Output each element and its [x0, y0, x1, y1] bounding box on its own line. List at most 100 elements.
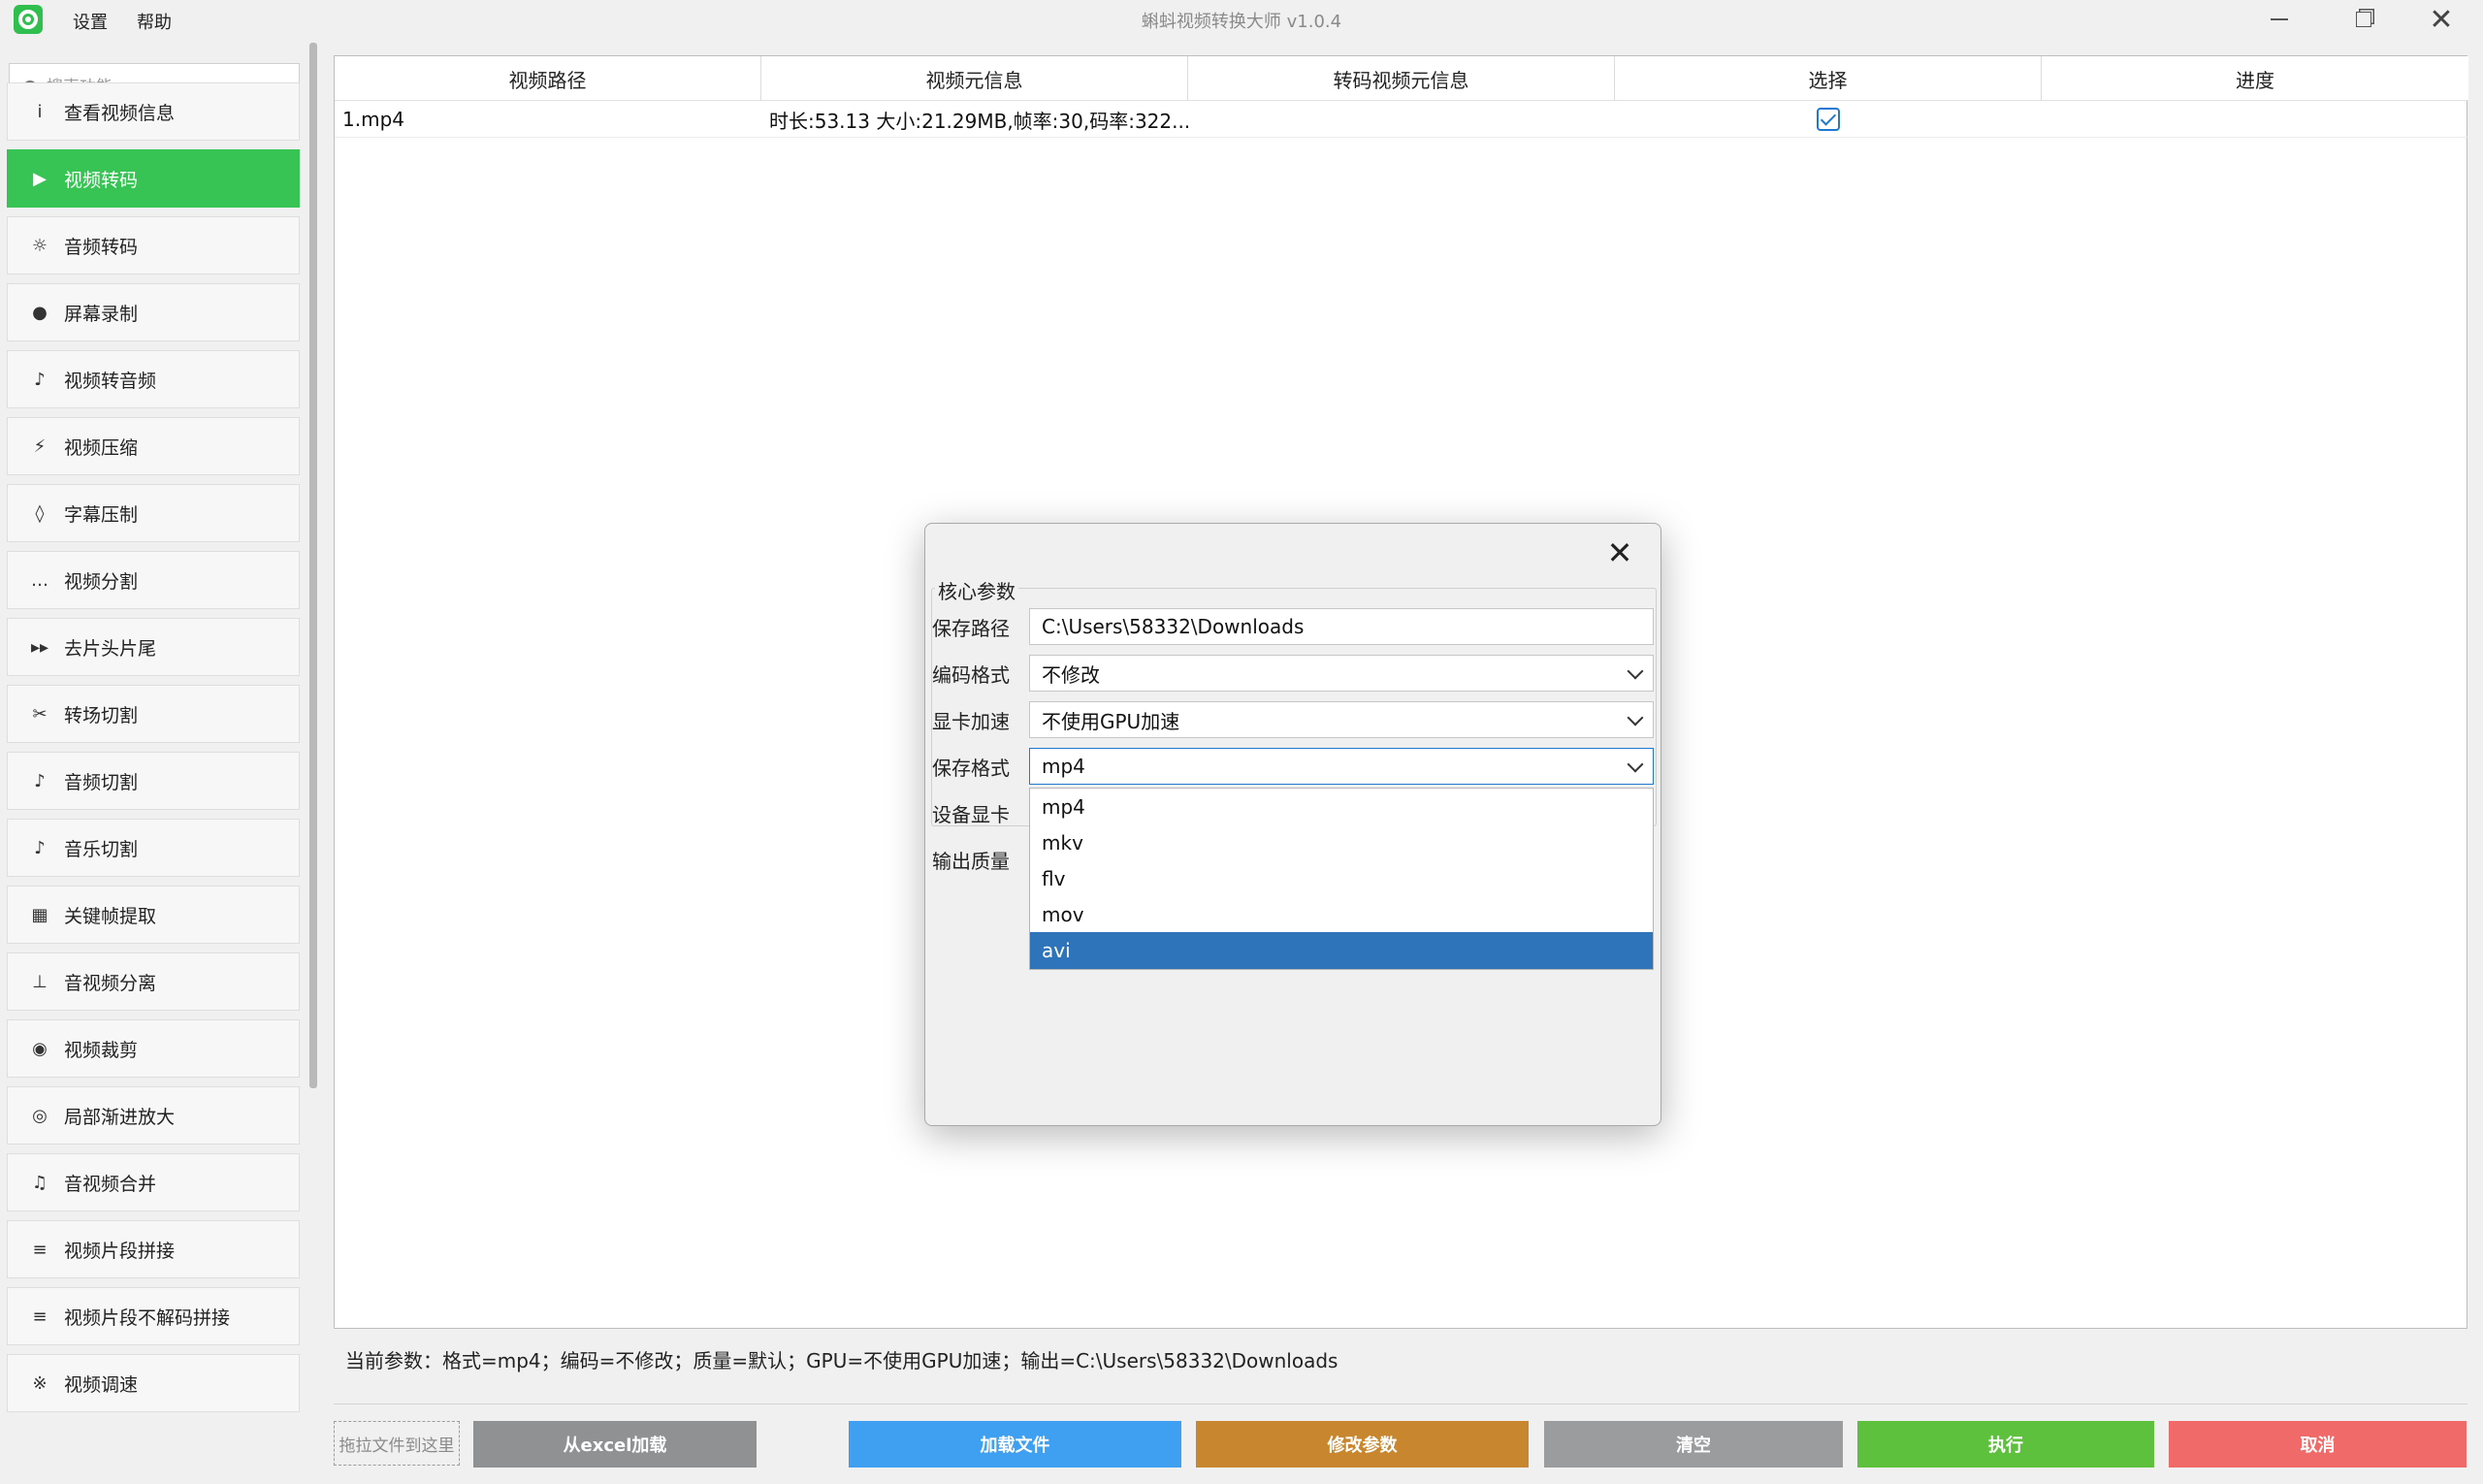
- drop-zone[interactable]: 拖拉文件到这里: [334, 1421, 460, 1466]
- table-header: 视频路径 视频元信息 转码视频元信息 选择 进度: [335, 56, 2468, 101]
- fast-forward-icon: ▸▸: [30, 636, 49, 658]
- column-header-output-meta[interactable]: 转码视频元信息: [1188, 56, 1615, 101]
- select-checkbox[interactable]: [1817, 108, 1840, 131]
- sidebar-item[interactable]: ◎ 局部渐进放大: [7, 1086, 300, 1145]
- sidebar-item[interactable]: i 查看视频信息: [7, 82, 300, 141]
- sidebar-item[interactable]: ♪ 视频转音频: [7, 350, 300, 408]
- list-icon: ≡: [32, 1306, 48, 1327]
- record-icon: ●: [32, 302, 48, 323]
- music-note-icon: ♪: [34, 369, 46, 390]
- sidebar-item-label: 转场切割: [64, 704, 139, 726]
- split-icon: ⊥: [32, 971, 48, 992]
- sidebar-item-label: 视频压缩: [64, 436, 139, 459]
- codec-label: 编码格式: [932, 663, 1010, 687]
- group-title: 核心参数: [935, 576, 1018, 604]
- music-note-icon: ♪: [34, 770, 46, 791]
- sidebar-item[interactable]: ◊ 字幕压制: [7, 484, 300, 542]
- cell-output-meta: [1188, 101, 1615, 138]
- sidebar-item-label: 视频分割: [64, 570, 139, 593]
- save-path-input[interactable]: C:\Users\58332\Downloads: [1029, 608, 1654, 645]
- target-icon: ◉: [32, 1038, 48, 1059]
- sidebar-item-label: 屏幕录制: [64, 303, 139, 325]
- sidebar-item[interactable]: ▦ 关键帧提取: [7, 886, 300, 944]
- column-header-path[interactable]: 视频路径: [335, 56, 761, 101]
- info-icon: i: [37, 101, 43, 122]
- maximize-button[interactable]: [2325, 0, 2402, 39]
- music-note-icon: ♪: [34, 837, 46, 858]
- sidebar-item[interactable]: ● 屏幕录制: [7, 283, 300, 341]
- sidebar-item-label: 音乐切割: [64, 838, 139, 860]
- dialog-close-button[interactable]: ✕: [1600, 533, 1639, 572]
- load-excel-button[interactable]: 从excel加载: [473, 1421, 757, 1468]
- sidebar-item-label: 视频片段不解码拼接: [64, 1307, 231, 1329]
- format-option-mkv[interactable]: mkv: [1030, 824, 1653, 860]
- window-title: 蝌蚪视频转换大师 v1.0.4: [1141, 12, 1342, 32]
- gpu-value: 不使用GPU加速: [1042, 709, 1180, 733]
- sidebar-item[interactable]: ≡ 视频片段拼接: [7, 1220, 300, 1278]
- format-option-flv[interactable]: flv: [1030, 860, 1653, 896]
- ellipsis-icon: …: [31, 569, 48, 591]
- sidebar-item-label: 视频裁剪: [64, 1039, 139, 1061]
- sidebar-item-label: 音频转码: [64, 236, 139, 258]
- modify-params-button[interactable]: 修改参数: [1196, 1421, 1529, 1468]
- sidebar-item-label: 局部渐进放大: [64, 1106, 176, 1128]
- cell-select: [1615, 101, 2042, 138]
- sidebar-item[interactable]: ▶ 视频转码: [7, 149, 300, 208]
- sidebar-item[interactable]: ◉ 视频裁剪: [7, 1019, 300, 1078]
- sidebar-item-label: 视频转音频: [64, 370, 157, 392]
- format-option-mov[interactable]: mov: [1030, 896, 1653, 932]
- sidebar-item[interactable]: ⚡ 视频压缩: [7, 417, 300, 475]
- sidebar-item-label: 视频片段拼接: [64, 1240, 176, 1262]
- cell-meta: 时长:53.13 大小:21.29MB,帧率:30,码率:322...: [769, 109, 1188, 133]
- title-bar: 设置 帮助 蝌蚪视频转换大师 v1.0.4 ✕: [0, 0, 2483, 39]
- sidebar-item-label: 关键帧提取: [64, 905, 157, 927]
- sidebar-item[interactable]: ⊥ 音视频分离: [7, 952, 300, 1011]
- sidebar-item[interactable]: ▸▸ 去片头片尾: [7, 618, 300, 676]
- play-icon: ▶: [33, 168, 47, 189]
- sidebar-item[interactable]: ※ 视频调速: [7, 1354, 300, 1412]
- sidebar-item-label: 查看视频信息: [64, 102, 176, 124]
- gpu-label: 显卡加速: [932, 710, 1010, 733]
- load-file-button[interactable]: 加载文件: [849, 1421, 1181, 1468]
- sidebar-item[interactable]: ≡ 视频片段不解码拼接: [7, 1287, 300, 1345]
- sidebar-item-label: 音视频分离: [64, 972, 157, 994]
- quality-label: 输出质量: [932, 850, 1010, 873]
- current-params-status: 当前参数：格式=mp4；编码=不修改；质量=默认；GPU=不使用GPU加速；输出…: [345, 1349, 1338, 1372]
- sidebar-item[interactable]: … 视频分割: [7, 551, 300, 609]
- list-icon: ≡: [32, 1239, 48, 1260]
- sidebar-item[interactable]: ☼ 音频转码: [7, 216, 300, 274]
- sidebar-item[interactable]: ♪ 音乐切割: [7, 819, 300, 877]
- lightning-icon: ⚡: [33, 436, 47, 457]
- sidebar-item[interactable]: ♪ 音频切割: [7, 752, 300, 810]
- format-option-mp4[interactable]: mp4: [1030, 789, 1653, 824]
- column-header-progress[interactable]: 进度: [2042, 56, 2468, 101]
- codec-select[interactable]: 不修改: [1029, 655, 1654, 692]
- save-path-value: C:\Users\58332\Downloads: [1042, 615, 1305, 638]
- gpu-select[interactable]: 不使用GPU加速: [1029, 701, 1654, 738]
- scissors-icon: ✂: [32, 703, 48, 725]
- format-option-avi[interactable]: avi: [1030, 932, 1653, 969]
- device-label: 设备显卡: [932, 803, 1010, 826]
- speed-icon: ※: [32, 1372, 48, 1394]
- chevron-down-icon: [1627, 662, 1644, 680]
- cancel-button[interactable]: 取消: [2169, 1421, 2467, 1468]
- sidebar-item[interactable]: ♫ 音视频合并: [7, 1153, 300, 1211]
- diamond-icon: ◊: [35, 502, 45, 524]
- save-path-label: 保存路径: [932, 617, 1010, 640]
- music-notes-icon: ♫: [31, 1172, 48, 1193]
- clear-button[interactable]: 清空: [1544, 1421, 1843, 1468]
- table-row[interactable]: 1.mp4 时长:53.13 大小:21.29MB,帧率:30,码率:322..…: [335, 101, 2468, 138]
- execute-button[interactable]: 执行: [1857, 1421, 2154, 1468]
- sidebar: i 查看视频信息 ▶ 视频转码 ☼ 音频转码 ● 屏幕录制 ♪ 视频转音频 ⚡ 视频压缩 ◊ 字幕压制 … 视…: [0, 39, 320, 1484]
- minimize-button[interactable]: [2241, 0, 2318, 39]
- sidebar-scrollbar[interactable]: [309, 43, 317, 1088]
- sidebar-item[interactable]: ✂ 转场切割: [7, 685, 300, 743]
- sidebar-item-label: 音视频合并: [64, 1173, 157, 1195]
- sidebar-item-label: 字幕压制: [64, 503, 139, 526]
- grid-icon: ▦: [31, 904, 48, 925]
- column-header-select[interactable]: 选择: [1615, 56, 2042, 101]
- divider: [334, 1403, 2467, 1404]
- column-header-meta[interactable]: 视频元信息: [761, 56, 1188, 101]
- format-select[interactable]: mp4: [1029, 748, 1654, 785]
- close-window-button[interactable]: ✕: [2402, 0, 2480, 39]
